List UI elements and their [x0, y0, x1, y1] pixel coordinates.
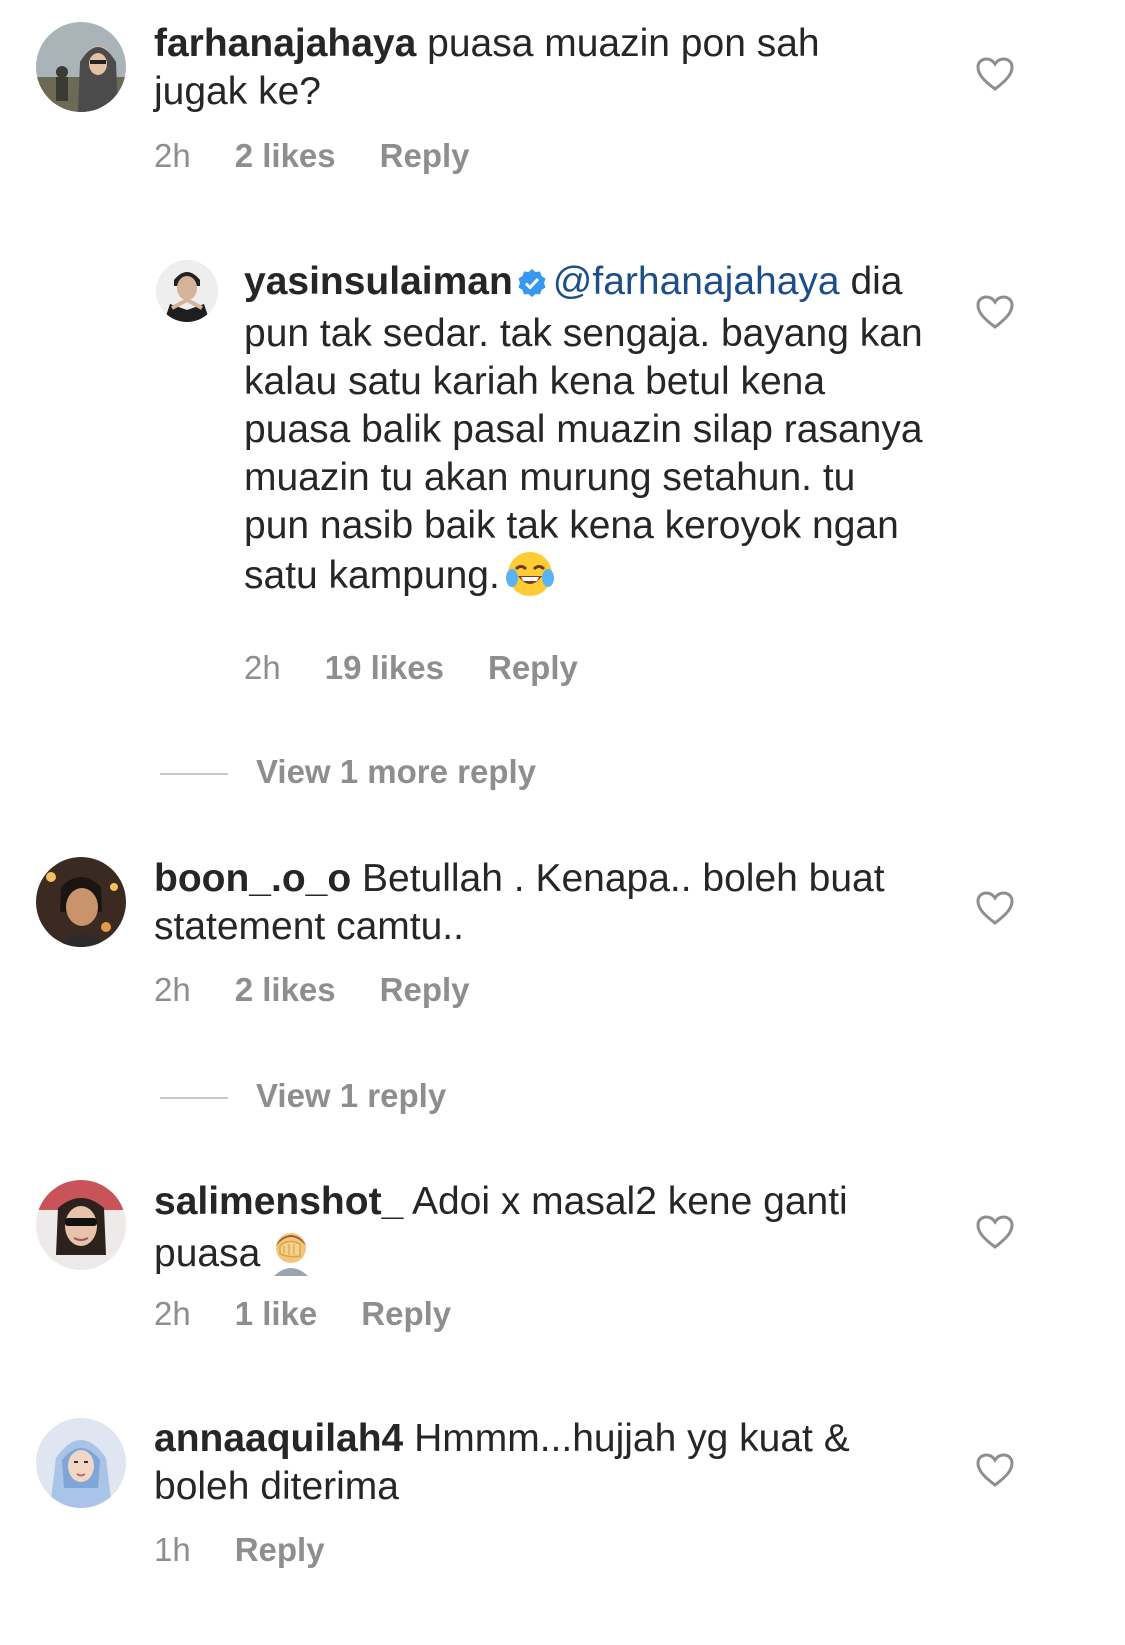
comment-text: farhanajahaya puasa muazin pon sah jugak… [154, 20, 914, 116]
heart-icon[interactable] [975, 890, 1015, 926]
comment-meta: 2h 1 like Reply [154, 1294, 451, 1334]
comment-likes[interactable]: 2 likes [235, 136, 336, 176]
comment-body: dia pun tak sedar. tak sengaja. bayang k… [244, 260, 923, 597]
comment-meta: 1h Reply [154, 1530, 325, 1570]
heart-icon[interactable] [975, 1452, 1015, 1488]
comment-text: boon_.o_o Betullah . Kenapa.. boleh buat… [154, 855, 894, 951]
heart-icon[interactable] [975, 294, 1015, 330]
facepalm-emoji [266, 1226, 316, 1288]
face-with-tears-of-joy-emoji [505, 550, 554, 610]
comment-username[interactable]: yasinsulaiman [244, 260, 513, 303]
comment-meta: 2h 2 likes Reply [154, 136, 470, 176]
comment-username[interactable]: farhanajahaya [154, 22, 416, 65]
avatar[interactable] [36, 22, 126, 112]
reply-button[interactable]: Reply [380, 970, 470, 1010]
comment-text: annaaquilah4 Hmmm...hujjah yg kuat & bol… [154, 1415, 914, 1511]
view-replies-label: View 1 reply [256, 1077, 447, 1114]
view-more-replies-button[interactable]: View 1 more reply [160, 752, 536, 792]
divider-line [160, 773, 228, 776]
avatar[interactable] [156, 260, 218, 322]
mention-link[interactable]: @farhanajahaya [553, 260, 840, 303]
view-replies-button[interactable]: View 1 reply [160, 1076, 446, 1116]
heart-icon[interactable] [975, 1214, 1015, 1250]
reply-button[interactable]: Reply [380, 136, 470, 176]
comment-time: 2h [154, 971, 191, 1008]
verified-badge-icon [517, 262, 547, 310]
comment-username[interactable]: boon_.o_o [154, 857, 351, 900]
comment-time: 1h [154, 1531, 191, 1568]
avatar[interactable] [36, 1180, 126, 1270]
comment-time: 2h [154, 137, 191, 174]
comment-meta: 2h 19 likes Reply [244, 648, 578, 688]
reply-button[interactable]: Reply [235, 1530, 325, 1570]
heart-icon[interactable] [975, 56, 1015, 92]
view-more-replies-label: View 1 more reply [256, 753, 537, 790]
comment-text: yasinsulaiman @farhanajahaya dia pun tak … [244, 258, 924, 610]
comment-username[interactable]: salimenshot_ [154, 1180, 403, 1223]
comment-likes[interactable]: 2 likes [235, 970, 336, 1010]
reply-button[interactable]: Reply [361, 1294, 451, 1334]
comment-meta: 2h 2 likes Reply [154, 970, 470, 1010]
comment-text: salimenshot_ Adoi x masal2 kene ganti pu… [154, 1178, 914, 1288]
comment-time: 2h [244, 649, 281, 686]
reply-button[interactable]: Reply [488, 648, 578, 688]
avatar[interactable] [36, 857, 126, 947]
comment-likes[interactable]: 19 likes [325, 648, 444, 688]
avatar[interactable] [36, 1418, 126, 1508]
comment-username[interactable]: annaaquilah4 [154, 1417, 403, 1460]
comment-time: 2h [154, 1295, 191, 1332]
comment-likes[interactable]: 1 like [235, 1294, 318, 1334]
divider-line [160, 1097, 228, 1100]
